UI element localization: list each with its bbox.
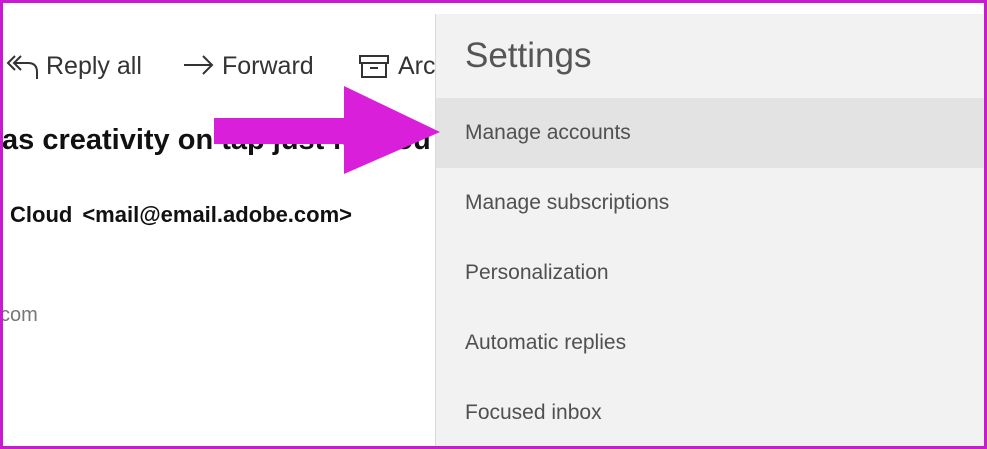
message-snippet: com bbox=[0, 304, 38, 326]
settings-item-manage-accounts[interactable]: Manage accounts bbox=[436, 98, 987, 168]
message-subject: as creativity on tap just for you bbox=[2, 124, 431, 156]
forward-button[interactable]: Forward bbox=[182, 44, 314, 88]
archive-button[interactable]: Arc bbox=[358, 44, 436, 88]
mail-reading-pane: Reply all Forward Arc as creativity on t… bbox=[0, 0, 436, 449]
settings-item-label: Personalization bbox=[465, 261, 609, 284]
reply-all-icon bbox=[6, 55, 38, 79]
settings-panel: Settings Manage accounts Manage subscrip… bbox=[435, 14, 987, 449]
settings-title: Settings bbox=[465, 36, 592, 75]
settings-item-personalization[interactable]: Personalization bbox=[436, 238, 987, 308]
reply-all-button[interactable]: Reply all bbox=[6, 44, 142, 88]
mail-toolbar: Reply all Forward Arc bbox=[0, 44, 436, 88]
sender-name: Cloud bbox=[10, 202, 73, 227]
sender-email: <mail@email.adobe.com> bbox=[82, 202, 352, 227]
settings-item-label: Manage subscriptions bbox=[465, 191, 670, 214]
archive-label: Arc bbox=[398, 51, 436, 80]
archive-box-icon bbox=[359, 55, 389, 78]
settings-item-label: Manage accounts bbox=[465, 121, 631, 144]
settings-item-focused-inbox[interactable]: Focused inbox bbox=[436, 378, 987, 448]
forward-arrow-icon bbox=[184, 55, 214, 75]
message-sender: Cloud <mail@email.adobe.com> bbox=[10, 202, 352, 228]
settings-item-label: Focused inbox bbox=[465, 401, 602, 424]
forward-label: Forward bbox=[222, 51, 314, 80]
settings-item-label: Automatic replies bbox=[465, 331, 627, 354]
settings-item-manage-subscriptions[interactable]: Manage subscriptions bbox=[436, 168, 987, 238]
reply-all-label: Reply all bbox=[46, 51, 142, 80]
settings-item-automatic-replies[interactable]: Automatic replies bbox=[436, 308, 987, 378]
